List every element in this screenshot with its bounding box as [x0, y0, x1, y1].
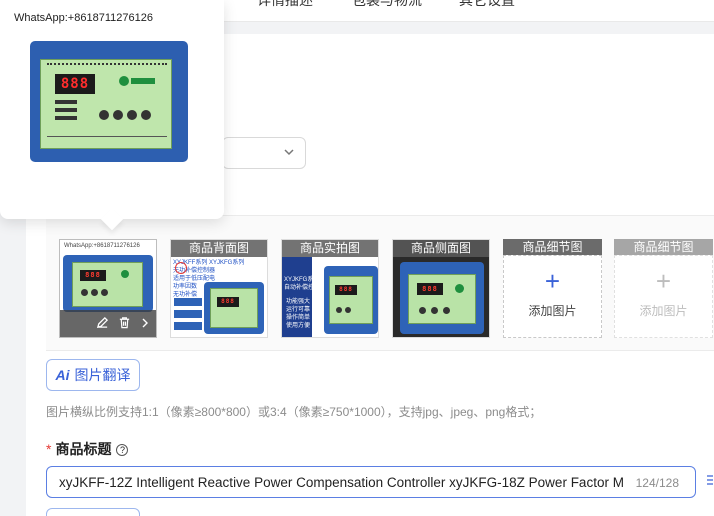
side-edit-icon[interactable] — [706, 474, 714, 489]
product-photo: 888 — [324, 266, 378, 334]
add-image-button[interactable]: + 添加图片 — [503, 255, 602, 338]
image-translate-label: 图片翻译 — [74, 367, 131, 383]
image-actions-bar — [60, 310, 156, 337]
chevron-right-icon[interactable] — [140, 316, 150, 332]
tab-packaging-logistics[interactable]: 包装与物流 — [352, 0, 422, 10]
chevron-down-icon — [283, 145, 295, 161]
required-marker: * — [46, 441, 52, 457]
image-slot-caption: 商品实拍图 — [282, 240, 378, 257]
add-image-label: 添加图片 — [639, 304, 688, 318]
product-photo: 888 — [400, 262, 484, 334]
preview-watermark: WhatsApp:+8618711276126 — [14, 12, 153, 24]
tab-detail-description[interactable]: 详情描述 — [257, 0, 313, 10]
ai-icon: Ai — [55, 367, 70, 383]
image-slot-caption: 商品细节图 — [503, 239, 602, 256]
product-title-input[interactable]: xyJKFF-12Z Intelligent Reactive Power Co… — [46, 466, 696, 498]
image-slot-main[interactable]: WhatsApp:+8618711276126 888 — [59, 239, 157, 338]
image-watermark: WhatsApp:+8618711276126 — [64, 243, 140, 249]
image-preview-popup: WhatsApp:+8618711276126 888 — [0, 0, 224, 219]
preview-image: 888 — [30, 41, 188, 162]
tab-other-settings[interactable]: 其它设置 — [459, 0, 515, 10]
image-slot-detail-disabled: 商品细节图 + 添加图片 — [614, 239, 713, 338]
image-slot-caption: 商品侧面图 — [393, 240, 489, 257]
product-photo: 888 — [204, 282, 264, 334]
delete-icon[interactable] — [118, 316, 131, 332]
edit-icon[interactable] — [96, 316, 109, 332]
help-icon[interactable]: ? — [116, 444, 129, 456]
title-char-count: 124/128 — [635, 476, 679, 490]
plus-icon: + — [655, 266, 672, 296]
category-select[interactable] — [222, 137, 306, 169]
image-slot-detail-add[interactable]: 商品细节图 + 添加图片 — [503, 239, 602, 338]
image-translate-button[interactable]: Ai 图片翻译 — [46, 359, 140, 391]
image-format-hint: 图片横纵比例支持1:1（像素≥800*800）或3:4（像素≥750*1000）… — [46, 405, 542, 419]
product-title-value[interactable]: xyJKFF-12Z Intelligent Reactive Power Co… — [59, 475, 629, 490]
image-slot-back[interactable]: 商品背面图 XYJKFF系列 XYJKFG系列 无功补偿控制器 适用于低压配电 … — [170, 239, 268, 338]
product-title-label: * 商品标题? — [46, 439, 129, 459]
add-image-button-disabled: + 添加图片 — [614, 255, 713, 338]
product-photo: 888 — [63, 255, 153, 312]
image-slot-caption: 商品背面图 — [171, 240, 267, 257]
image-slot-caption: 商品细节图 — [614, 239, 713, 256]
secondary-button[interactable] — [46, 508, 140, 516]
add-image-label: 添加图片 — [528, 304, 577, 318]
image-slot-side[interactable]: 商品侧面图 888 — [392, 239, 490, 338]
image-slot-real[interactable]: 商品实拍图 XYJKFG系列 自动补偿控制器 功能强大 运行可靠 操作简单 使用… — [281, 239, 379, 338]
plus-icon: + — [544, 266, 561, 296]
